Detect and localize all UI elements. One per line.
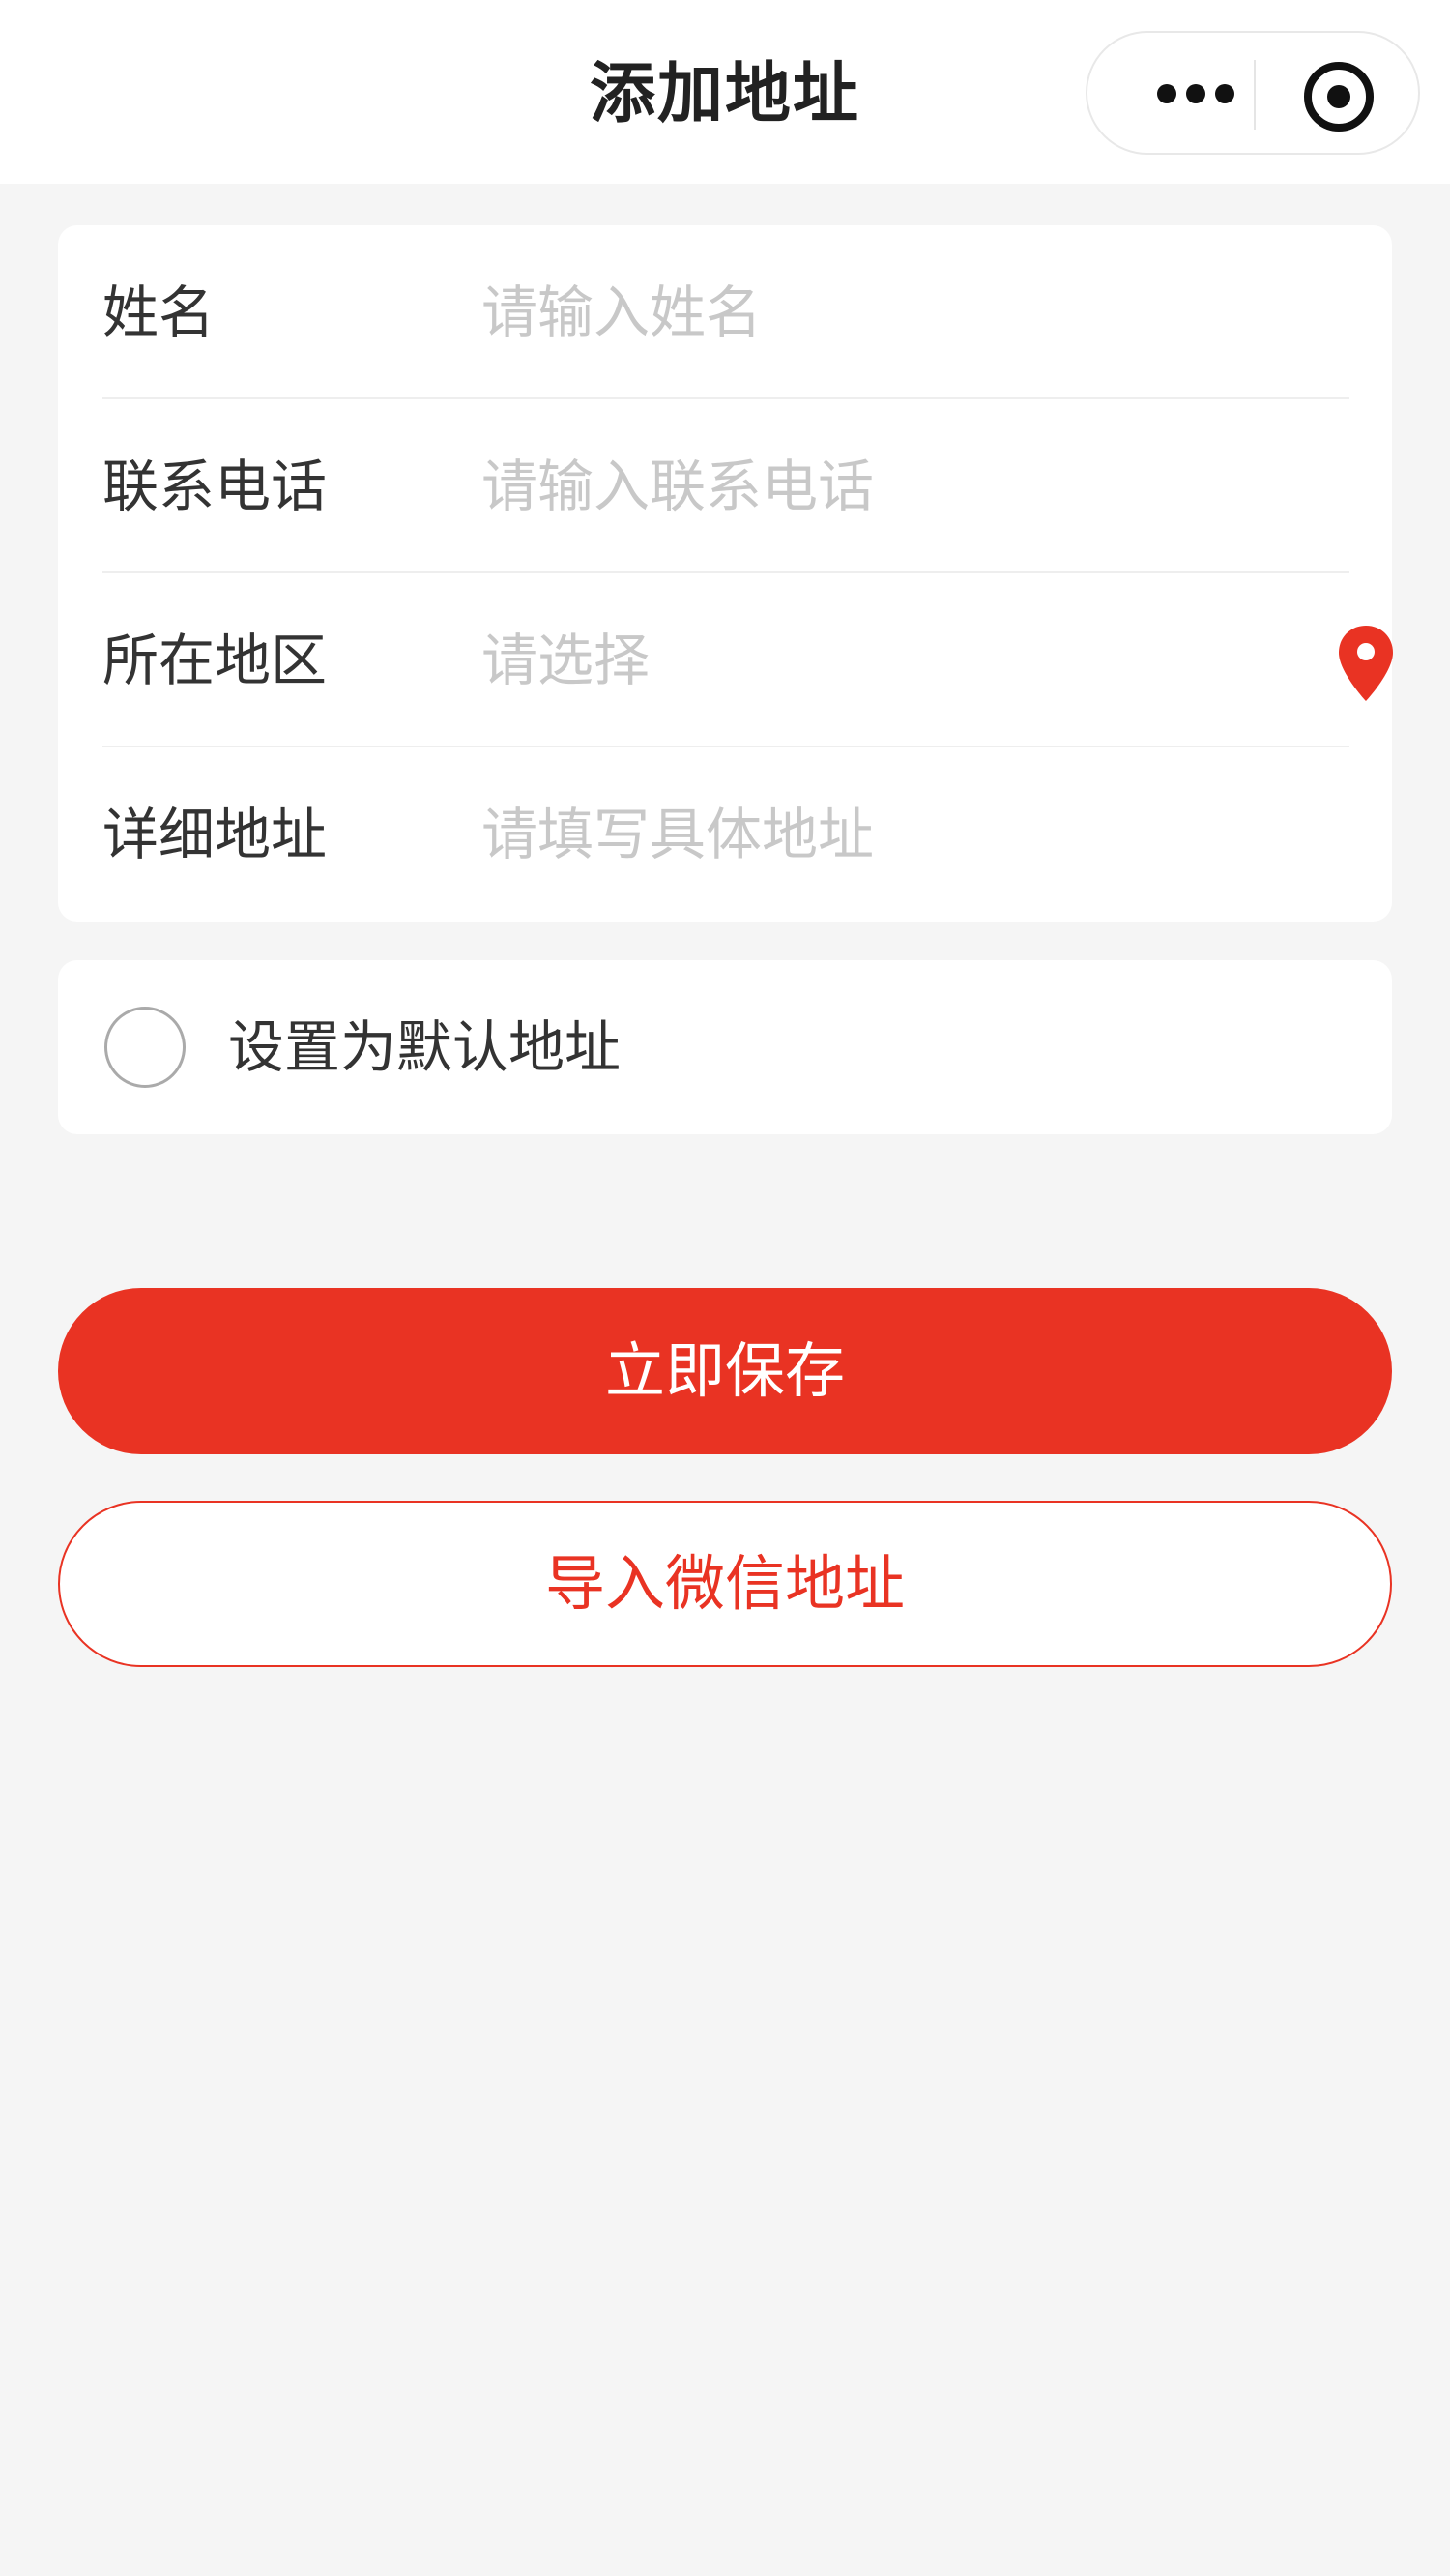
default-address-card[interactable]: 设置为默认地址 <box>58 960 1392 1134</box>
detail-label: 详细地址 <box>102 802 328 867</box>
more-dots-icon[interactable] <box>1138 70 1254 118</box>
capsule-divider <box>1254 60 1256 130</box>
detail-row: 详细地址 <box>102 747 1407 922</box>
region-row[interactable]: 所在地区 <box>102 573 1407 747</box>
name-label: 姓名 <box>102 279 216 345</box>
import-wechat-address-button[interactable]: 导入微信地址 <box>58 1501 1392 1667</box>
detail-input[interactable] <box>481 786 1293 883</box>
target-icon[interactable] <box>1304 62 1374 132</box>
default-address-label: 设置为默认地址 <box>228 1014 622 1080</box>
phone-row: 联系电话 <box>102 399 1407 573</box>
name-row: 姓名 <box>102 225 1407 399</box>
mini-program-capsule <box>1086 31 1420 155</box>
region-label: 所在地区 <box>102 628 328 693</box>
save-button[interactable]: 立即保存 <box>58 1288 1392 1454</box>
phone-label: 联系电话 <box>102 454 328 519</box>
location-pin-icon[interactable] <box>1336 624 1396 703</box>
region-select[interactable] <box>481 612 1293 709</box>
nav-bar: 添加地址 <box>0 0 1450 184</box>
address-form-card: 姓名 联系电话 所在地区 详细地址 <box>58 225 1393 922</box>
default-address-radio[interactable] <box>104 1007 186 1088</box>
phone-input[interactable] <box>481 438 1293 535</box>
name-input[interactable] <box>481 264 1293 361</box>
